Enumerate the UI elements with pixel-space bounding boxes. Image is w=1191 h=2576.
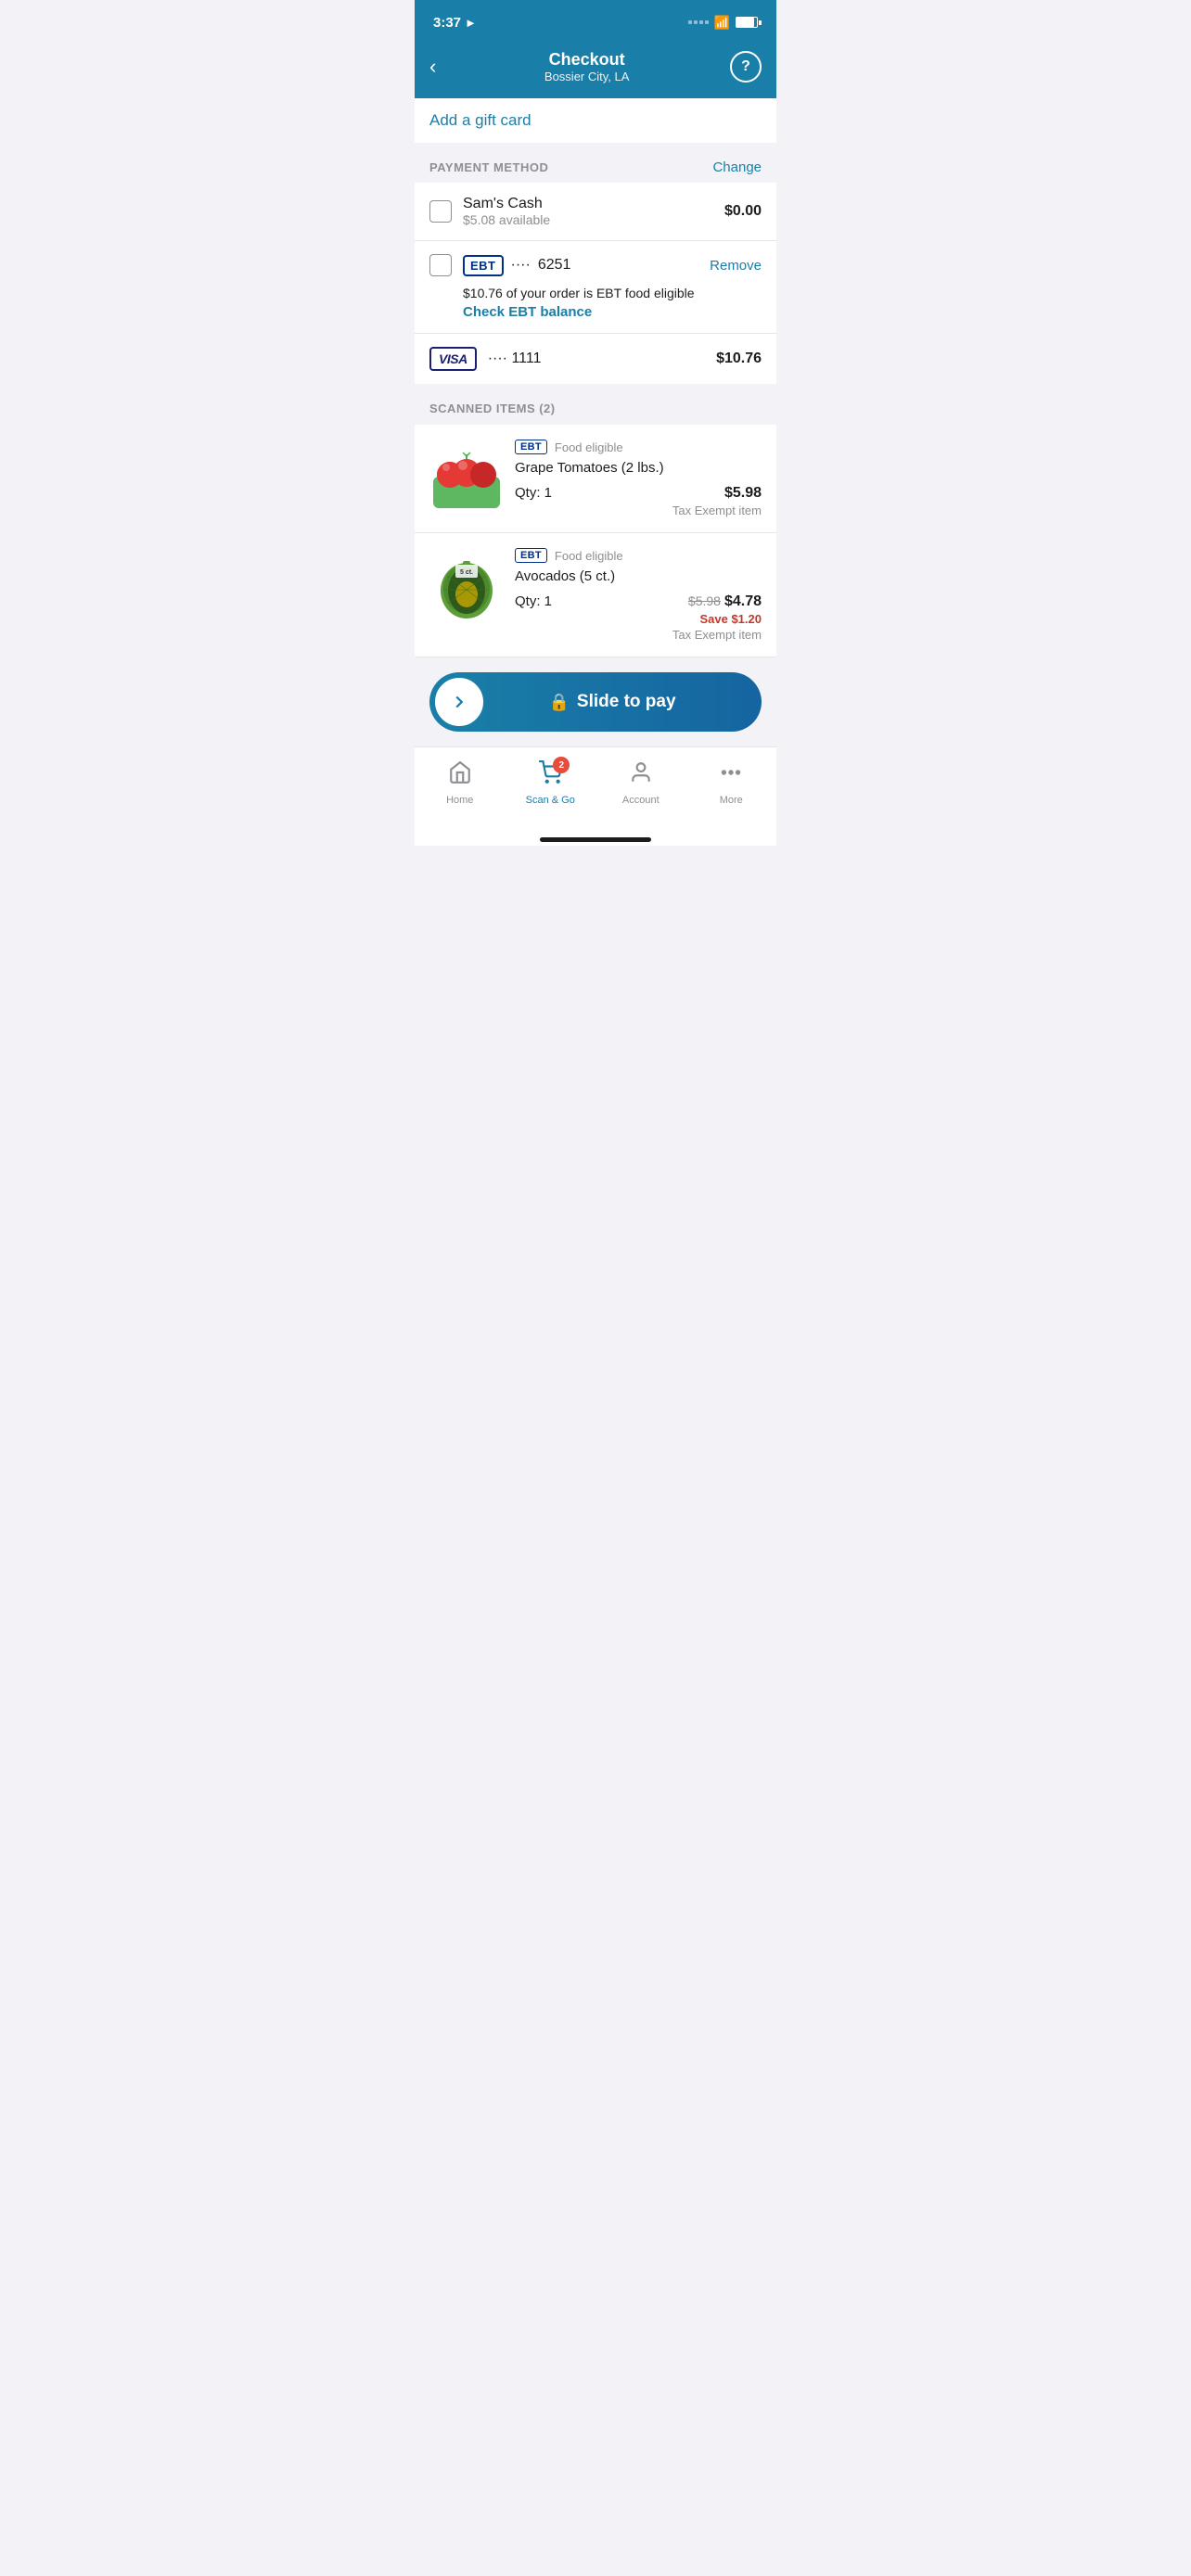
product-2-ebt-tag: EBT xyxy=(515,548,547,563)
back-button[interactable]: ‹ xyxy=(429,51,443,83)
home-indicator-bar xyxy=(540,837,651,842)
account-icon xyxy=(629,760,653,791)
cart-badge: 2 xyxy=(553,757,570,773)
product-1-tax-note: Tax Exempt item xyxy=(672,504,762,517)
slide-to-pay-label: 🔒 Slide to pay xyxy=(485,692,762,712)
product-2-savings: Save $1.20 xyxy=(672,612,762,626)
header-title-area: Checkout Bossier City, LA xyxy=(443,50,730,83)
payment-method-label: PAYMENT METHOD xyxy=(429,160,548,174)
ebt-eligible-text: $10.76 of your order is EBT food eligibl… xyxy=(429,286,762,300)
sams-cash-amount: $0.00 xyxy=(724,203,762,220)
scanned-items-header: SCANNED ITEMS (2) xyxy=(415,391,776,425)
nav-item-more[interactable]: More xyxy=(686,755,777,811)
check-ebt-balance-link[interactable]: Check EBT balance xyxy=(429,304,762,320)
product-1-qty-price: Qty: 1 $5.98 Tax Exempt item xyxy=(515,485,762,517)
nav-item-scan-go[interactable]: 2 Scan & Go xyxy=(506,755,596,811)
gift-card-link[interactable]: Add a gift card xyxy=(429,111,531,129)
product-item-1: EBT Food eligible Grape Tomatoes (2 lbs.… xyxy=(415,425,776,533)
ebt-checkbox[interactable] xyxy=(429,254,452,276)
product-2-qty-price: Qty: 1 $5.98$4.78 Save $1.20 Tax Exempt … xyxy=(515,593,762,642)
product-2-qty: Qty: 1 xyxy=(515,593,552,609)
payment-method-header: PAYMENT METHOD Change xyxy=(415,150,776,183)
lock-icon: 🔒 xyxy=(548,693,569,712)
product-2-price-area: $5.98$4.78 Save $1.20 Tax Exempt item xyxy=(672,593,762,642)
home-indicator xyxy=(415,830,776,846)
product-1-details: EBT Food eligible Grape Tomatoes (2 lbs.… xyxy=(515,440,762,517)
visa-badge: VISA xyxy=(429,347,477,371)
slide-to-pay-section: 🔒 Slide to pay xyxy=(415,657,776,746)
sams-cash-checkbox[interactable] xyxy=(429,200,452,223)
change-button[interactable]: Change xyxy=(712,159,762,175)
chevron-right-icon xyxy=(449,692,469,712)
product-1-food-eligible: Food eligible xyxy=(555,440,623,454)
product-1-qty: Qty: 1 xyxy=(515,485,552,501)
product-2-tax-note: Tax Exempt item xyxy=(672,628,762,642)
more-icon xyxy=(719,760,743,791)
tomatoes-image xyxy=(429,440,504,514)
bottom-nav: Home 2 Scan & Go Account xyxy=(415,746,776,830)
nav-item-home[interactable]: Home xyxy=(415,755,506,811)
scan-go-label: Scan & Go xyxy=(526,795,575,806)
product-2-prices: $5.98$4.78 xyxy=(672,593,762,610)
product-1-ebt-tag: EBT xyxy=(515,440,547,454)
visa-dots: ···· 1111 xyxy=(488,351,705,367)
ebt-payment-item: EBT ···· 6251 Remove $10.76 of your orde… xyxy=(415,241,776,334)
ebt-number-area: EBT ···· 6251 xyxy=(463,255,698,276)
product-1-price: $5.98 xyxy=(672,485,762,502)
gift-card-section: Add a gift card xyxy=(415,98,776,150)
status-bar: 3:37 ► 📶 xyxy=(415,0,776,41)
status-time: 3:37 ► xyxy=(433,15,477,31)
account-label: Account xyxy=(622,795,660,806)
product-2-original-price: $5.98 xyxy=(688,593,721,608)
sams-cash-item: Sam's Cash $5.08 available $0.00 xyxy=(415,183,776,241)
ebt-badge: EBT xyxy=(463,255,504,276)
product-1-price-area: $5.98 Tax Exempt item xyxy=(672,485,762,517)
sams-cash-info: Sam's Cash $5.08 available xyxy=(463,196,713,227)
slide-to-pay-button[interactable]: 🔒 Slide to pay xyxy=(429,672,762,732)
sams-cash-available: $5.08 available xyxy=(463,212,713,227)
wifi-icon: 📶 xyxy=(714,15,730,31)
nav-item-account[interactable]: Account xyxy=(596,755,686,811)
home-icon xyxy=(448,760,472,791)
scanned-items-label: SCANNED ITEMS (2) xyxy=(429,402,556,415)
slide-arrow-circle xyxy=(433,676,485,728)
product-2-tags: EBT Food eligible xyxy=(515,548,762,563)
help-button[interactable]: ? xyxy=(730,51,762,83)
visa-amount: $10.76 xyxy=(716,351,762,367)
svg-text:5 ct.: 5 ct. xyxy=(460,569,473,576)
battery-icon xyxy=(736,17,758,28)
status-icons: 📶 xyxy=(688,15,758,31)
product-2-details: EBT Food eligible Avocados (5 ct.) Qty: … xyxy=(515,548,762,642)
page-title: Checkout xyxy=(443,50,730,70)
product-1-name: Grape Tomatoes (2 lbs.) xyxy=(515,460,762,476)
header: ‹ Checkout Bossier City, LA ? xyxy=(415,41,776,98)
ebt-remove-button[interactable]: Remove xyxy=(710,258,762,274)
more-label: More xyxy=(720,795,743,806)
ebt-last-four: 6251 xyxy=(538,257,571,274)
product-2-name: Avocados (5 ct.) xyxy=(515,568,762,584)
avocados-image: 5 ct. xyxy=(429,548,504,622)
product-item-2: 5 ct. EBT Food eligible Avocados (5 ct.)… xyxy=(415,533,776,657)
visa-payment-item: VISA ···· 1111 $10.76 xyxy=(415,334,776,391)
signal-icon xyxy=(688,20,709,24)
product-2-food-eligible: Food eligible xyxy=(555,549,623,563)
scan-go-icon: 2 xyxy=(538,760,562,791)
product-2-sale-price: $4.78 xyxy=(724,593,762,609)
home-label: Home xyxy=(446,795,473,806)
sams-cash-name: Sam's Cash xyxy=(463,196,713,212)
location-icon: ► xyxy=(465,16,477,30)
ebt-dots: ···· xyxy=(511,257,531,274)
page-subtitle: Bossier City, LA xyxy=(443,70,730,83)
product-1-tags: EBT Food eligible xyxy=(515,440,762,454)
